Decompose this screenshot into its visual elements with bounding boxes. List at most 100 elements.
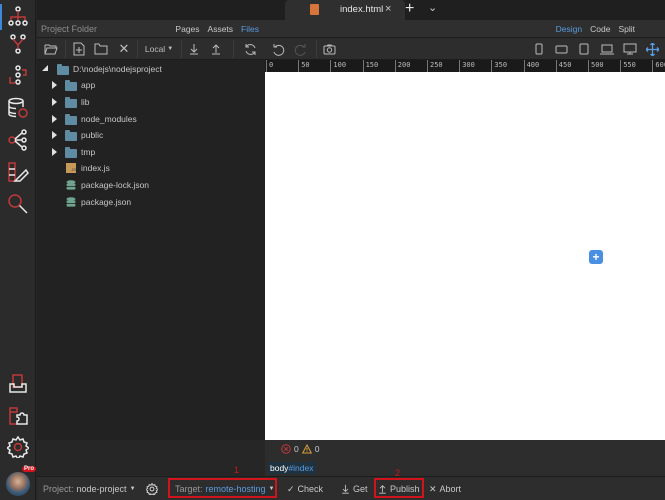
ruler-tick-label: 100 [330,60,346,72]
error-icon [281,444,291,454]
error-count: 0 [294,444,299,454]
location-value: Local [144,44,166,54]
publish-bar: Project: node-project ▼ Target: remote-h… [37,476,665,500]
expand-arrow-icon[interactable] [52,131,57,139]
tree-root[interactable]: D:\nodejs\nodejsproject [37,61,265,77]
abort-label: Abort [439,484,462,494]
project-value: node-project [76,484,127,494]
problems-summary[interactable]: 0 0 [281,444,319,454]
download-icon[interactable] [187,41,201,57]
item-name: lib [81,97,90,107]
tree-item-file[interactable]: package.json [37,194,265,210]
publish-settings-icon[interactable] [146,481,158,497]
phone-landscape-view-icon[interactable] [553,41,569,57]
tab-pages[interactable]: Pages [175,24,199,34]
status-panel: 0 0 body#index [265,440,665,476]
location-dropdown[interactable]: Local ▼ [143,41,175,57]
design-tools-icon[interactable] [6,160,30,184]
refresh-icon[interactable] [242,41,258,57]
ruler-tick-label: 150 [362,60,378,72]
database-icon[interactable] [6,96,30,120]
extensions-store-icon[interactable] [6,372,30,396]
redo-icon[interactable] [292,41,308,57]
new-folder-icon[interactable] [93,41,109,57]
search-icon[interactable] [6,192,30,216]
ruler-tick-label: 300 [459,60,475,72]
laptop-view-icon[interactable] [599,41,615,57]
element-breadcrumb[interactable]: body#index [268,462,316,474]
ruler-tick-label: 350 [491,60,507,72]
tree-item-folder[interactable]: public [37,127,265,143]
breadcrumb-id: index [293,463,314,473]
delete-icon[interactable]: ✕ [117,41,131,57]
tablet-view-icon[interactable] [577,41,591,57]
folder-icon [65,97,77,108]
open-folder-icon [57,64,69,75]
add-block-button[interactable]: + [589,250,603,264]
tab-menu-chevron-icon[interactable]: ⌄ [428,1,437,14]
check-label: Check [297,484,324,494]
upload-icon[interactable] [209,41,223,57]
download-icon [342,484,349,494]
ruler-tick-label: 250 [427,60,443,72]
file-tab-index[interactable]: index.html × [285,0,405,20]
get-button[interactable]: Get [341,481,368,497]
expand-arrow-icon[interactable] [52,148,57,156]
close-tab-icon[interactable]: × [385,3,391,15]
check-button[interactable]: ✓ Check [287,481,323,497]
project-label: Project: [43,484,74,494]
root-path: D:\nodejs\nodejsproject [73,64,162,74]
tab-code[interactable]: Code [590,24,610,34]
tab-design[interactable]: Design [556,24,582,34]
new-file-icon[interactable] [71,41,87,57]
ruler-tick-label: 550 [620,60,636,72]
tree-item-folder[interactable]: node_modules [37,111,265,127]
new-tab-button[interactable]: + [405,0,414,18]
expand-arrow-icon[interactable] [52,81,57,89]
project-dropdown[interactable]: Project: node-project ▼ [43,481,136,497]
horizontal-ruler: 0 50 100 150 200 250 300 350 400 450 500 550 600 [265,60,665,72]
item-name: tmp [81,147,96,157]
annotation-box-publish [374,478,424,498]
get-label: Get [353,484,368,494]
sitemap-icon[interactable] [6,5,30,29]
abort-x-icon: ✕ [429,483,437,494]
tree-item-folder[interactable]: tmp [37,144,265,160]
tree-item-file[interactable]: package-lock.json [37,177,265,193]
settings-icon[interactable] [6,435,30,459]
desktop-view-icon[interactable] [622,41,638,57]
tree-item-file[interactable]: JS index.js [37,160,265,176]
workflow-icon[interactable] [6,64,30,88]
undo-icon[interactable] [270,41,286,57]
ruler-tick-label: 200 [394,60,410,72]
open-folder-icon[interactable] [43,41,59,57]
ruler-tick-label: 600 [652,60,665,72]
tab-split[interactable]: Split [618,24,635,34]
activity-bar [0,0,36,500]
folder-icon [65,114,77,125]
user-avatar[interactable] [6,472,30,496]
fit-to-screen-icon[interactable] [644,41,660,57]
tab-assets[interactable]: Assets [208,24,234,34]
collapse-arrow-icon[interactable] [42,65,48,71]
pro-badge: Pro [22,466,37,472]
share-icon[interactable] [6,128,30,152]
item-name: node_modules [81,114,137,124]
phone-view-icon[interactable] [533,41,545,57]
screenshot-camera-icon[interactable] [321,41,337,57]
plugins-icon[interactable] [6,404,30,428]
tab-files[interactable]: Files [241,24,259,34]
tree-item-folder[interactable]: lib [37,94,265,110]
item-name: app [81,80,96,90]
expand-arrow-icon[interactable] [52,115,57,123]
git-branch-icon[interactable] [6,32,30,56]
tree-item-folder[interactable]: app [37,77,265,93]
item-name: public [81,130,104,140]
expand-arrow-icon[interactable] [52,98,57,106]
warning-icon [301,444,312,454]
view-mode-header: Design Code Split [265,20,665,38]
design-canvas[interactable] [265,72,665,440]
abort-button[interactable]: ✕ Abort [429,481,461,497]
file-tree: D:\nodejs\nodejsproject app lib node_mod… [37,60,265,440]
json-file-icon [66,197,76,209]
